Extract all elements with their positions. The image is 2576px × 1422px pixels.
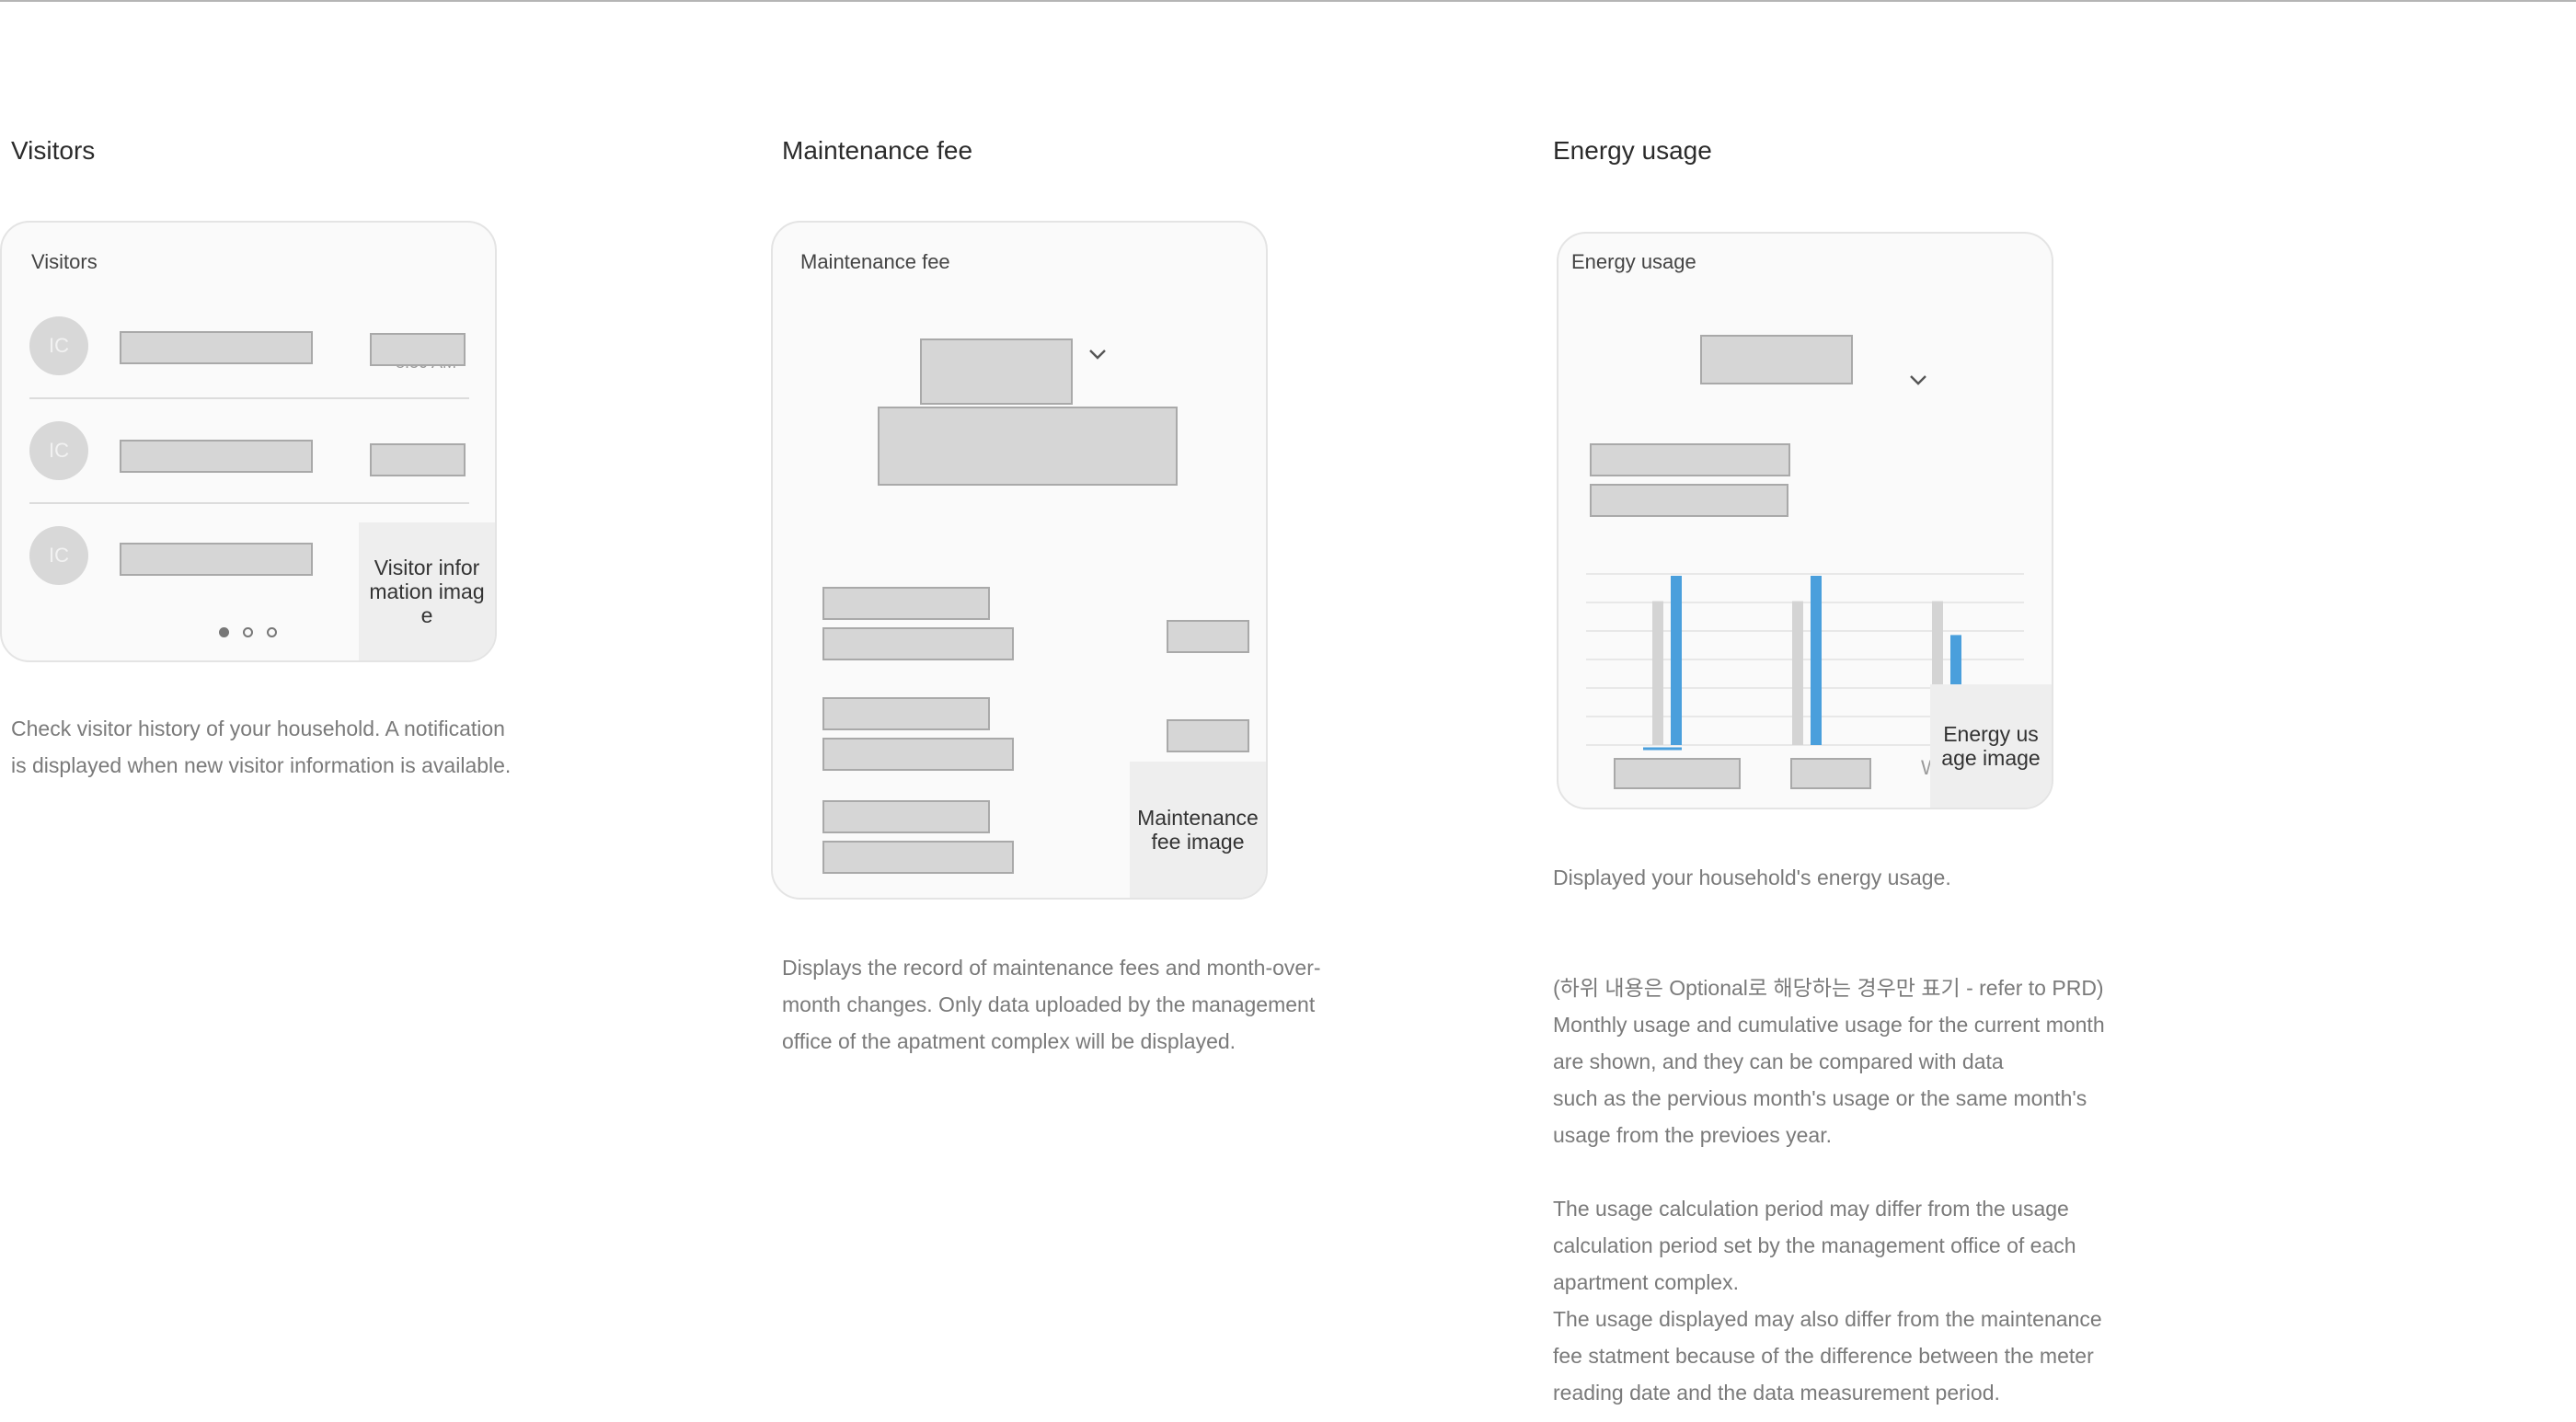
visitors-card-title: Visitors <box>31 250 98 273</box>
description-line: (하위 내용은 Optional로 해당하는 경우만 표기 - refer to… <box>1553 976 2104 1000</box>
visitor-name-placeholder <box>120 440 313 473</box>
fee-item-label-placeholder <box>822 587 990 620</box>
visitor-name-placeholder <box>120 331 313 364</box>
visitors-description: Check visitor history of your household.… <box>11 710 581 784</box>
pagination-dot[interactable] <box>243 627 253 637</box>
visitor-avatar: IC <box>29 526 88 585</box>
description-line: The usage calculation period may differ … <box>1553 1197 2069 1221</box>
description-line: is displayed when new visitor informatio… <box>11 753 512 777</box>
description-line: The usage displayed may also differ from… <box>1553 1307 2102 1331</box>
fee-item-label-placeholder <box>822 800 990 833</box>
usage-bar-current <box>1671 576 1682 745</box>
chevron-down-icon[interactable] <box>1087 348 1108 361</box>
description-line: are shown, and they can be compared with… <box>1553 1049 2004 1073</box>
description-line: calculation period set by the management… <box>1553 1233 2076 1257</box>
energy-heading: Energy usage <box>1553 136 1712 165</box>
description-line: Check visitor history of your household.… <box>11 717 505 740</box>
fee-amount-placeholder <box>878 407 1178 486</box>
description-line: month changes. Only data uploaded by the… <box>782 992 1316 1016</box>
energy-usage-image: Energy usage image <box>1930 684 2052 808</box>
visitor-time-placeholder <box>370 443 466 476</box>
x-label-placeholder <box>1614 758 1741 789</box>
fee-change-placeholder <box>1167 620 1249 653</box>
period-selector-placeholder[interactable] <box>1700 335 1853 384</box>
description-line: apartment complex. <box>1553 1270 1739 1294</box>
chevron-down-icon[interactable] <box>1908 373 1928 386</box>
top-rule <box>0 0 2576 2</box>
usage-bar-compare <box>1792 601 1803 745</box>
pagination-dot-active[interactable] <box>219 627 229 637</box>
visitor-information-image: Visitor information image <box>359 522 495 660</box>
visitors-heading: Visitors <box>11 136 96 165</box>
description-line: office of the apatment complex will be d… <box>782 1029 1236 1053</box>
energy-optional-description: (하위 내용은 Optional로 해당하는 경우만 표기 - refer to… <box>1553 969 2197 1411</box>
energy-description: Displayed your household's energy usage. <box>1553 866 1951 889</box>
energy-card-title: Energy usage <box>1571 250 1696 273</box>
maintenance-card-title: Maintenance fee <box>800 250 950 273</box>
visitors-card[interactable]: Visitors IC 8:30 AM IC IC Visitor inform… <box>0 221 497 662</box>
maintenance-fee-image: Maintenance fee image <box>1130 762 1266 898</box>
description-line: fee statment because of the difference b… <box>1553 1344 2094 1368</box>
visitor-name-placeholder <box>120 543 313 576</box>
x-label-placeholder <box>1790 758 1871 789</box>
description-spacer <box>1553 1153 2197 1190</box>
pagination-dot[interactable] <box>267 627 277 637</box>
visitor-avatar: IC <box>29 421 88 480</box>
fee-item-value-placeholder <box>822 841 1014 874</box>
description-line: Monthly usage and cumulative usage for t… <box>1553 1013 2105 1037</box>
description-line: reading date and the data measurement pe… <box>1553 1381 2000 1405</box>
usage-summary-placeholder <box>1590 443 1790 476</box>
divider <box>29 502 469 504</box>
maintenance-heading: Maintenance fee <box>782 136 973 165</box>
divider <box>29 397 469 399</box>
maintenance-description: Displays the record of maintenance fees … <box>782 949 1371 1060</box>
usage-cumulative-placeholder <box>1590 484 1788 517</box>
fee-item-value-placeholder <box>822 627 1014 660</box>
chart-bars <box>1652 576 1961 745</box>
maintenance-card[interactable]: Maintenance fee Maintenance fee image <box>771 221 1268 900</box>
energy-card[interactable]: Energy usage W Energy usage image <box>1557 232 2053 809</box>
usage-bar-current <box>1811 576 1822 745</box>
fee-item-label-placeholder <box>822 697 990 730</box>
fee-change-placeholder <box>1167 719 1249 752</box>
month-selector-placeholder[interactable] <box>920 338 1073 405</box>
description-line: Displays the record of maintenance fees … <box>782 956 1321 980</box>
visitor-time-placeholder <box>370 333 466 366</box>
visitor-avatar: IC <box>29 316 88 375</box>
usage-bar-compare <box>1652 601 1663 745</box>
fee-item-value-placeholder <box>822 738 1014 771</box>
description-line: usage from the previoes year. <box>1553 1123 1832 1147</box>
description-line: such as the pervious month's usage or th… <box>1553 1086 2087 1110</box>
